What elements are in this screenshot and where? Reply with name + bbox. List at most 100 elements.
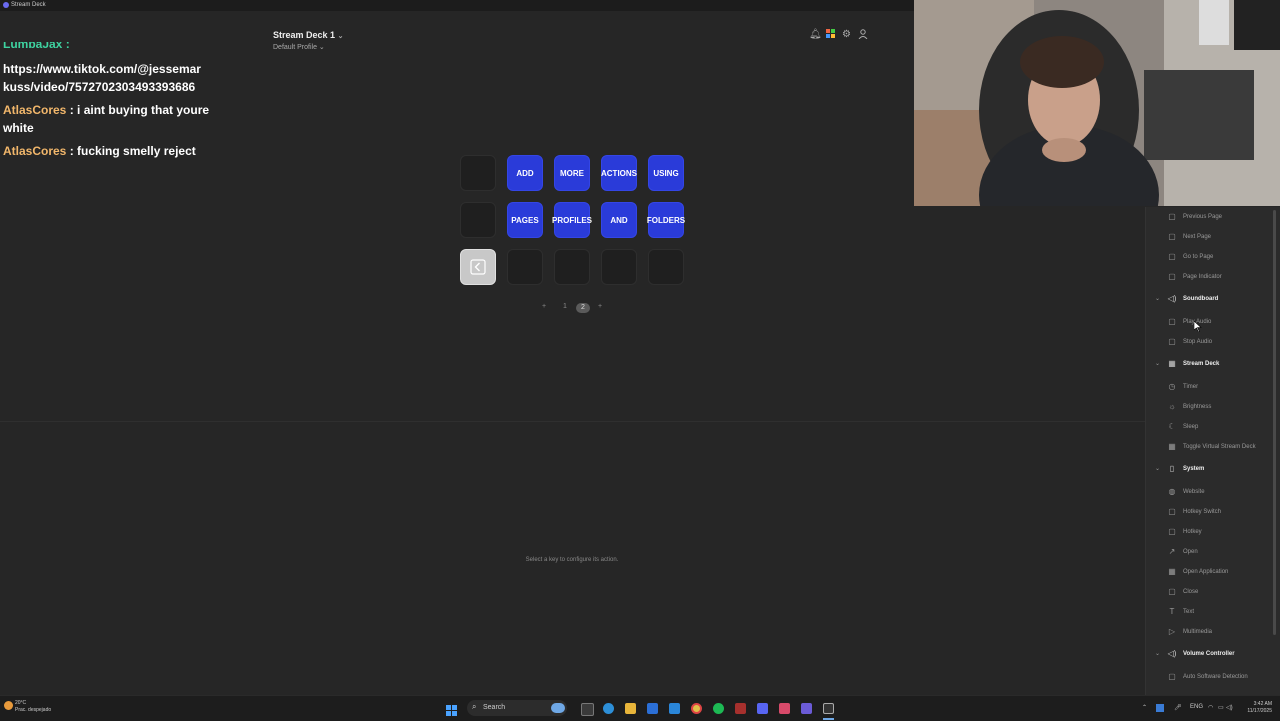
marketplace-icon[interactable] <box>825 29 836 40</box>
action-play-audio[interactable]: ▢ Play Audio <box>1146 316 1280 330</box>
action-open[interactable]: ↗ Open <box>1146 546 1280 560</box>
action-next-page[interactable]: ▢ Next Page <box>1146 231 1280 245</box>
settings-icon[interactable]: ⚙ <box>841 29 852 40</box>
action-auto-software-detection[interactable]: ▢ Auto Software Detection <box>1146 671 1280 685</box>
task-view-icon[interactable] <box>581 703 594 716</box>
action-sleep[interactable]: ☾ Sleep <box>1146 421 1280 435</box>
previous-page-icon: ▢ <box>1168 212 1176 221</box>
deck-key[interactable]: MORE <box>554 155 590 191</box>
outlook-icon[interactable] <box>669 703 680 714</box>
deck-key[interactable] <box>601 249 637 285</box>
action-website[interactable]: ◍ Website <box>1146 486 1280 500</box>
open-icon: ↗ <box>1168 547 1176 556</box>
start-icon[interactable] <box>446 703 457 716</box>
action-stop-audio[interactable]: ▢ Stop Audio <box>1146 336 1280 350</box>
deck-key[interactable]: PAGES <box>507 202 543 238</box>
action-timer[interactable]: ◷ Timer <box>1146 381 1280 395</box>
window-title: Stream Deck <box>11 2 46 8</box>
profile-selector[interactable]: Default Profile ⌄ <box>273 43 325 51</box>
clock[interactable]: 3:42 AM 11/17/2025 <box>1238 701 1272 715</box>
category-soundboard[interactable]: ⌄ ◁) Soundboard <box>1146 293 1280 307</box>
deck-key[interactable] <box>460 155 496 191</box>
stop-audio-icon: ▢ <box>1168 337 1176 346</box>
edge-icon[interactable] <box>603 703 614 714</box>
system-icon: ▯ <box>1169 464 1175 473</box>
hotkey-switch-icon: ▢ <box>1168 507 1176 516</box>
category-volume-controller[interactable]: ⌄ ◁) Volume Controller <box>1146 648 1280 662</box>
action-hotkey[interactable]: ▢ Hotkey <box>1146 526 1280 540</box>
back-key[interactable] <box>460 249 496 285</box>
text-icon: T <box>1169 607 1175 616</box>
deck-key[interactable] <box>648 249 684 285</box>
action-toggle-virtual-deck[interactable]: ▦ Toggle Virtual Stream Deck <box>1146 441 1280 455</box>
battery-icon[interactable]: ▭ <box>1218 704 1224 711</box>
deck-key[interactable]: ACTIONS <box>601 155 637 191</box>
action-go-to-page[interactable]: ▢ Go to Page <box>1146 251 1280 265</box>
sidebar-scrollbar[interactable] <box>1273 210 1276 635</box>
category-system[interactable]: ⌄ ▯ System <box>1146 463 1280 477</box>
wifi-icon[interactable]: ◠ <box>1208 704 1213 711</box>
page-add-left-button[interactable]: + <box>539 303 549 310</box>
action-open-application[interactable]: ▦ Open Application <box>1146 566 1280 580</box>
weather-widget[interactable]: 20°C Prac. despejado <box>15 700 51 714</box>
spotify-icon[interactable] <box>713 703 724 714</box>
tray-mic-icon[interactable]: 🎤︎ <box>1174 704 1182 711</box>
page-2-button[interactable]: 2 <box>576 303 590 313</box>
page-1-button[interactable]: 1 <box>560 303 570 310</box>
taskbar: 20°C Prac. despejado ⌕ Search ⌃ 🎤︎ ENG ◠… <box>0 695 1280 721</box>
bell-icon[interactable]: 🔔︎ <box>809 29 822 40</box>
action-hotkey-switch[interactable]: ▢ Hotkey Switch <box>1146 506 1280 520</box>
play-audio-icon: ▢ <box>1168 317 1176 326</box>
action-page-indicator[interactable]: ▢ Page Indicator <box>1146 271 1280 285</box>
stream-deck-icon: ▦ <box>1168 359 1176 368</box>
action-previous-page[interactable]: ▢ Previous Page <box>1146 211 1280 225</box>
chevron-down-icon: ⌄ <box>1155 361 1161 367</box>
website-icon: ◍ <box>1168 487 1176 496</box>
deck-key[interactable]: AND <box>601 202 637 238</box>
app-icon <box>3 2 9 8</box>
action-multimedia[interactable]: ▷ Multimedia <box>1146 626 1280 640</box>
store-icon[interactable] <box>647 703 658 714</box>
chevron-down-icon: ⌄ <box>1155 466 1161 472</box>
file-explorer-icon[interactable] <box>625 703 636 714</box>
deck-key[interactable]: ADD <box>507 155 543 191</box>
chat-cut-line: LumbaJax : <box>3 42 70 51</box>
multimedia-icon: ▷ <box>1168 627 1176 636</box>
tray-chevron-icon[interactable]: ⌃ <box>1142 704 1147 711</box>
weather-icon <box>4 701 13 710</box>
deck-key[interactable]: USING <box>648 155 684 191</box>
account-icon[interactable] <box>857 29 868 40</box>
language-indicator[interactable]: ENG <box>1190 704 1203 710</box>
volume-icon[interactable]: ◁) <box>1226 704 1233 711</box>
teams-icon[interactable] <box>801 703 812 714</box>
category-stream-deck[interactable]: ⌄ ▦ Stream Deck <box>1146 358 1280 372</box>
page-add-right-button[interactable]: + <box>595 303 605 310</box>
music-icon[interactable] <box>779 703 790 714</box>
chevron-down-icon: ⌄ <box>1155 651 1161 657</box>
search-icon: ⌕ <box>472 702 477 711</box>
action-brightness[interactable]: ☼ Brightness <box>1146 401 1280 415</box>
soundboard-icon: ◁) <box>1167 294 1177 303</box>
go-to-page-icon: ▢ <box>1168 252 1176 261</box>
tray-app-icon[interactable] <box>1156 704 1164 712</box>
stream-deck-taskbar-icon[interactable] <box>823 703 834 714</box>
page-indicator-icon: ▢ <box>1168 272 1176 281</box>
volume-controller-icon: ◁) <box>1167 649 1177 658</box>
chat-username: AtlasCores <box>3 144 67 158</box>
timer-icon: ◷ <box>1168 382 1176 391</box>
app-icon[interactable] <box>735 703 746 714</box>
deck-key[interactable] <box>554 249 590 285</box>
deck-key[interactable] <box>507 249 543 285</box>
deck-key[interactable] <box>460 202 496 238</box>
sleep-icon: ☾ <box>1168 422 1176 431</box>
panel-divider[interactable] <box>0 421 1145 422</box>
deck-key[interactable]: FOLDERS <box>647 202 685 238</box>
chat-username: AtlasCores <box>3 103 67 117</box>
device-selector[interactable]: Stream Deck 1 ⌄ <box>273 30 343 40</box>
action-text[interactable]: T Text <box>1146 606 1280 620</box>
discord-icon[interactable] <box>757 703 768 714</box>
taskbar-search[interactable]: ⌕ Search <box>467 700 567 716</box>
action-close[interactable]: ▢ Close <box>1146 586 1280 600</box>
deck-key[interactable]: PROFILES <box>552 202 592 238</box>
chrome-icon[interactable] <box>691 703 702 714</box>
